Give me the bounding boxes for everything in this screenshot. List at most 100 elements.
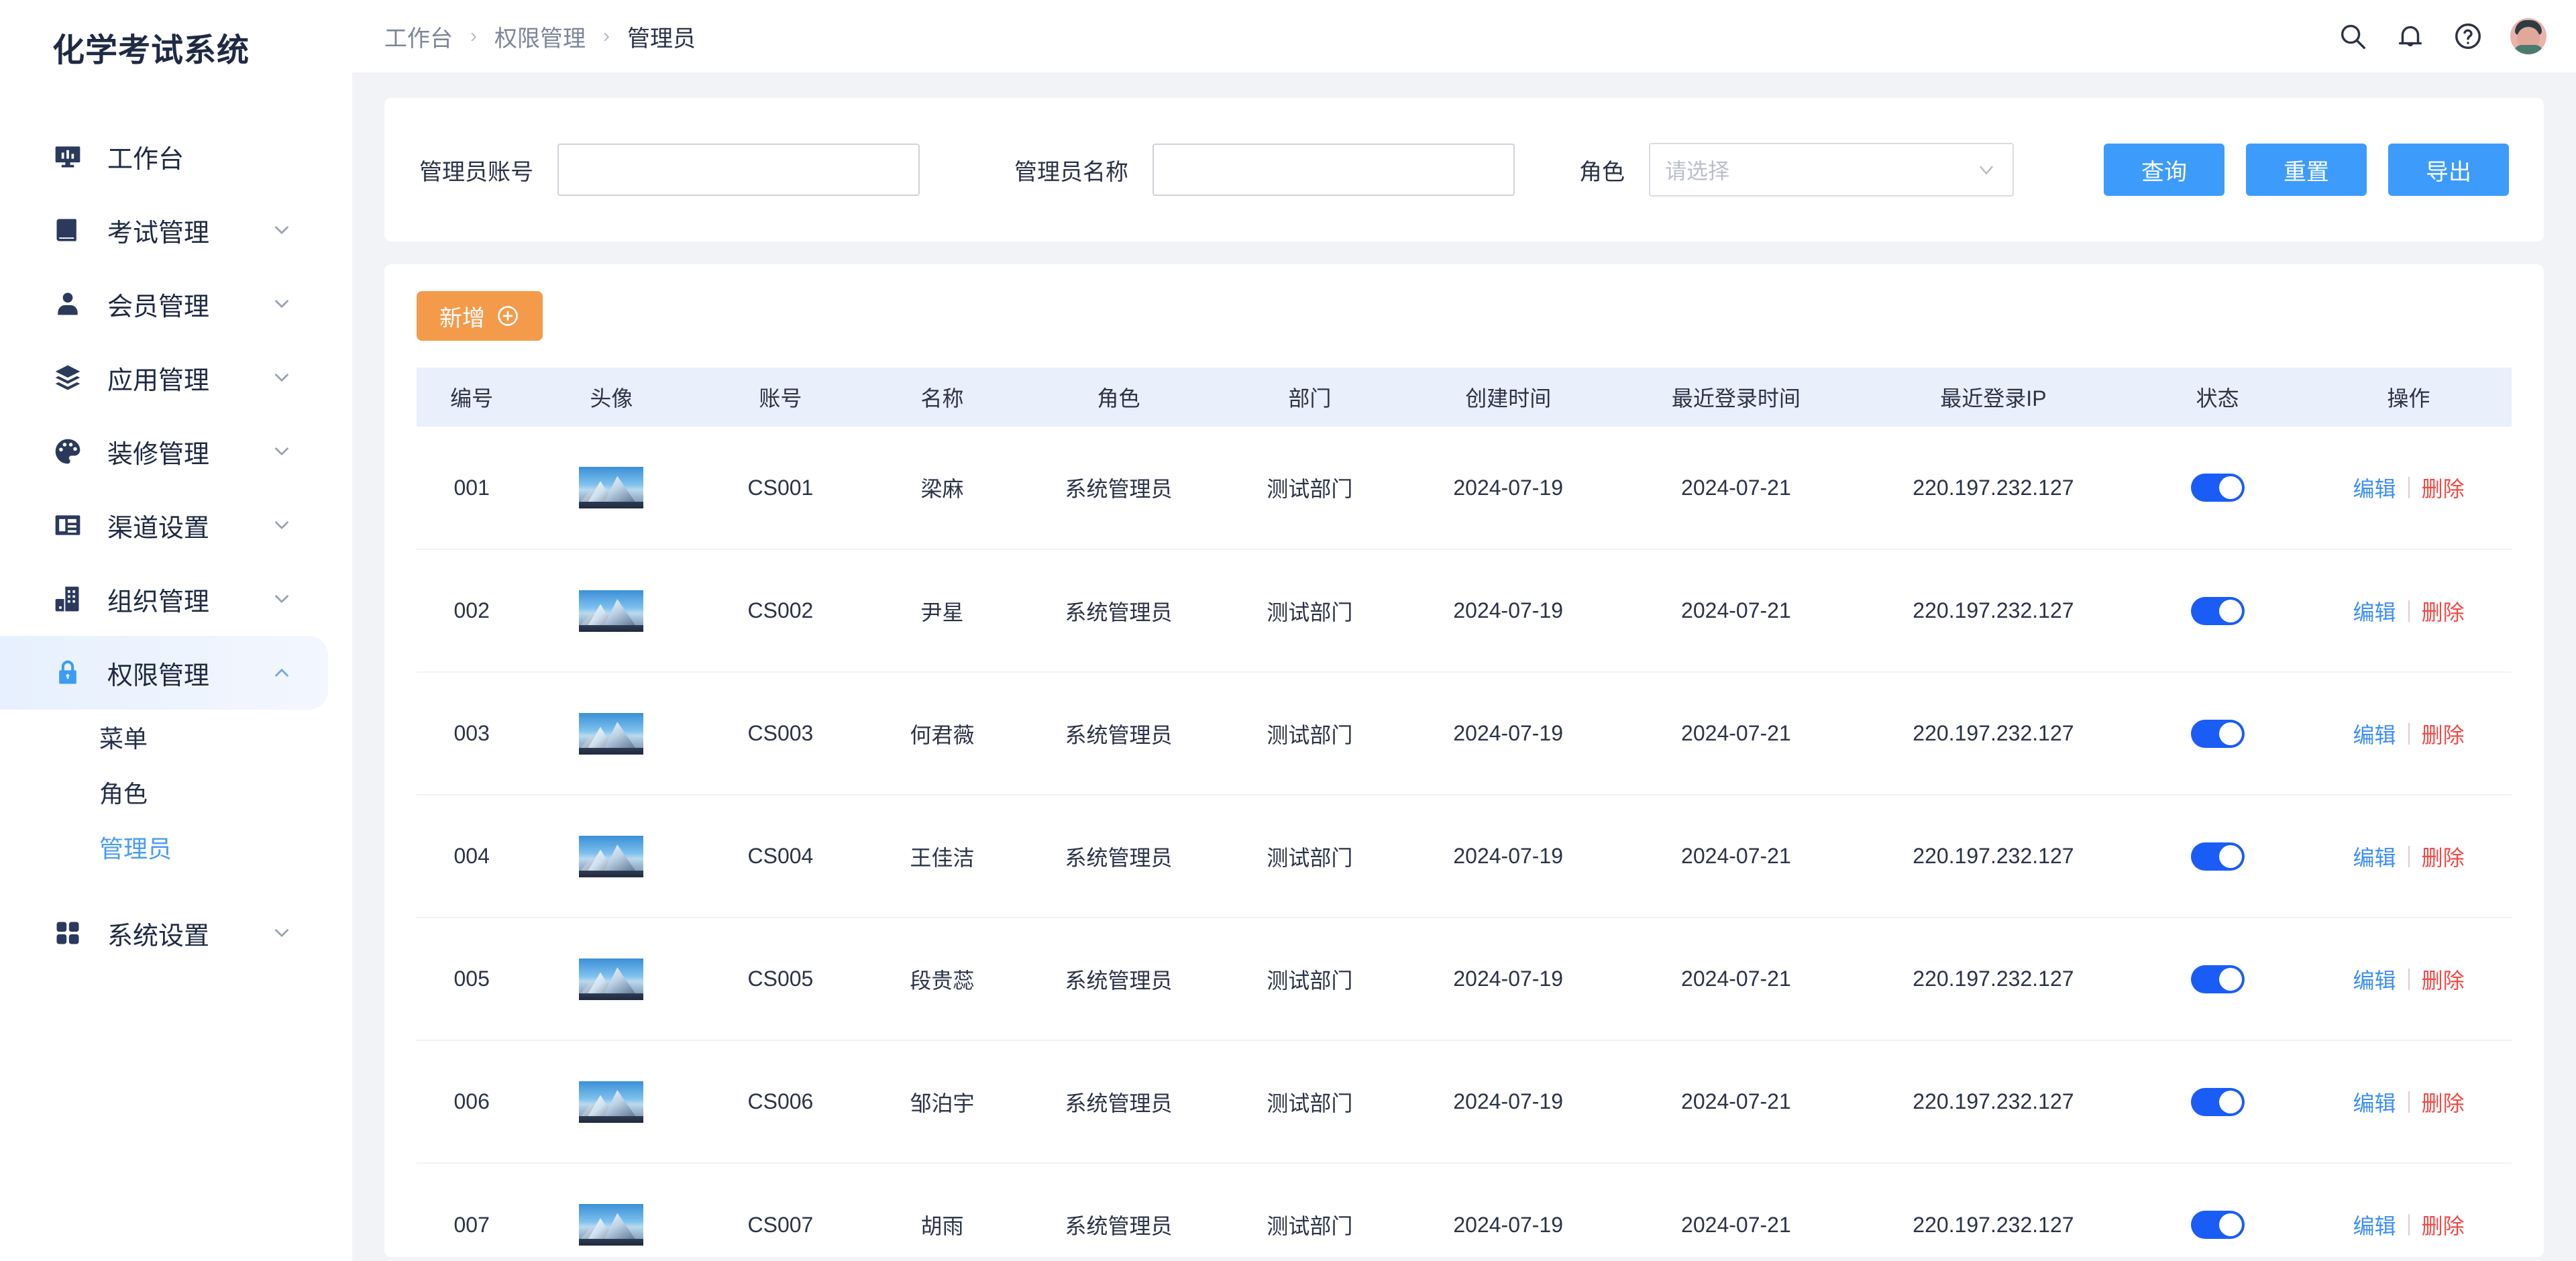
top-bar-actions: [2337, 18, 2546, 54]
cell-account: CS003: [696, 672, 865, 795]
edit-link[interactable]: 编辑: [2341, 718, 2408, 749]
cell-role: 系统管理员: [1020, 795, 1218, 918]
status-toggle[interactable]: [2191, 597, 2245, 625]
card-icon: [52, 510, 83, 541]
cell-avatar: [527, 427, 696, 549]
edit-link[interactable]: 编辑: [2341, 472, 2408, 503]
table-row: 006CS006邹泊宇系统管理员测试部门2024-07-192024-07-21…: [417, 1040, 2512, 1163]
cell-operations: 编辑删除: [2306, 427, 2512, 549]
sidebar-item-channel-settings[interactable]: 渠道设置: [0, 488, 328, 562]
cell-name: 邹泊宇: [865, 1040, 1019, 1163]
breadcrumb-item-workbench[interactable]: 工作台: [384, 20, 453, 53]
row-actions: 编辑删除: [2306, 718, 2512, 749]
column-header-name: 名称: [865, 368, 1019, 427]
main-area: 工作台 › 权限管理 › 管理员: [352, 0, 2576, 1261]
sidebar-item-member-management[interactable]: 会员管理: [0, 267, 328, 341]
brand: 化学考试系统: [0, 0, 352, 94]
edit-link[interactable]: 编辑: [2341, 841, 2408, 872]
sidebar-subitem-menu[interactable]: 菜单: [0, 710, 352, 765]
help-circle-icon[interactable]: [2453, 21, 2483, 52]
export-button[interactable]: 导出: [2388, 144, 2509, 196]
delete-link[interactable]: 删除: [2410, 472, 2477, 503]
sidebar-item-organization-management[interactable]: 组织管理: [0, 562, 328, 636]
cell-avatar: [527, 549, 696, 672]
cell-ip: 220.197.232.127: [1858, 672, 2129, 795]
admin-name-input[interactable]: [1152, 144, 1515, 196]
status-toggle[interactable]: [2191, 1211, 2245, 1239]
cell-ip: 220.197.232.127: [1858, 1040, 2129, 1163]
delete-link[interactable]: 删除: [2410, 841, 2477, 872]
row-actions: 编辑删除: [2306, 964, 2512, 995]
column-header-created: 创建时间: [1401, 368, 1615, 427]
chevron-down-icon: [270, 514, 293, 537]
cell-name: 胡雨: [865, 1163, 1019, 1257]
sidebar-item-label: 会员管理: [107, 286, 270, 323]
sidebar-item-exam-management[interactable]: 考试管理: [0, 193, 328, 267]
chevron-down-icon: [270, 292, 293, 315]
toggle-knob: [2219, 968, 2242, 991]
edit-link[interactable]: 编辑: [2341, 596, 2408, 626]
delete-link[interactable]: 删除: [2410, 718, 2477, 749]
avatar-body: [2514, 45, 2543, 54]
breadcrumb-item-permission[interactable]: 权限管理: [494, 20, 586, 53]
toggle-knob: [2219, 600, 2242, 622]
row-actions: 编辑删除: [2306, 1209, 2512, 1240]
cell-operations: 编辑删除: [2306, 672, 2512, 795]
edit-link[interactable]: 编辑: [2341, 1087, 2408, 1117]
layers-icon: [52, 362, 83, 393]
status-toggle[interactable]: [2191, 965, 2245, 993]
column-header-role: 角色: [1020, 368, 1218, 427]
cell-operations: 编辑删除: [2306, 1040, 2512, 1163]
bell-icon[interactable]: [2395, 21, 2426, 52]
edit-link[interactable]: 编辑: [2341, 1209, 2408, 1240]
delete-link[interactable]: 删除: [2410, 1209, 2477, 1240]
app-root: 化学考试系统 工作台 考试管理: [0, 0, 2576, 1261]
admin-account-input[interactable]: [557, 144, 920, 196]
cell-operations: 编辑删除: [2306, 549, 2512, 672]
administrators-table: 编号 头像 账号 名称 角色 部门 创建时间 最近登录时间 最近登录IP 状态 …: [417, 368, 2512, 1257]
status-toggle[interactable]: [2191, 842, 2245, 871]
table-header: 编号 头像 账号 名称 角色 部门 创建时间 最近登录时间 最近登录IP 状态 …: [417, 368, 2512, 427]
search-icon[interactable]: [2337, 21, 2368, 52]
cell-id: 004: [417, 795, 527, 918]
cell-created: 2024-07-19: [1401, 1040, 1615, 1163]
sidebar-item-permission-management[interactable]: 权限管理: [0, 636, 328, 710]
user-avatar[interactable]: [2510, 18, 2546, 54]
role-select-value: 请选择: [1665, 154, 1975, 185]
table-row: 004CS004王佳洁系统管理员测试部门2024-07-192024-07-21…: [417, 795, 2512, 918]
query-button[interactable]: 查询: [2104, 144, 2224, 196]
cell-status: [2129, 427, 2306, 549]
delete-link[interactable]: 删除: [2410, 1087, 2477, 1117]
sidebar-item-workbench[interactable]: 工作台: [0, 119, 328, 193]
filter-account-field: 管理员账号: [419, 144, 920, 196]
cell-ip: 220.197.232.127: [1858, 549, 2129, 672]
status-toggle[interactable]: [2191, 474, 2245, 502]
cell-name: 尹星: [865, 549, 1019, 672]
column-header-id: 编号: [417, 368, 527, 427]
sidebar-subitem-administrator[interactable]: 管理员: [0, 820, 352, 875]
breadcrumb-separator-icon: ›: [470, 25, 477, 48]
role-select[interactable]: 请选择: [1649, 143, 2014, 197]
sidebar-item-label: 工作台: [107, 138, 293, 175]
sidebar-item-app-management[interactable]: 应用管理: [0, 341, 328, 415]
sidebar-item-decoration-management[interactable]: 装修管理: [0, 415, 328, 488]
subitem-label: 管理员: [99, 830, 172, 865]
chevron-down-icon: [270, 219, 293, 241]
sidebar-item-system-settings[interactable]: 系统设置: [0, 896, 328, 970]
delete-link[interactable]: 删除: [2410, 964, 2477, 995]
status-toggle[interactable]: [2191, 720, 2245, 748]
reset-button[interactable]: 重置: [2246, 144, 2367, 196]
add-button[interactable]: 新增: [417, 291, 543, 341]
cell-role: 系统管理员: [1020, 918, 1218, 1040]
row-actions: 编辑删除: [2306, 841, 2512, 872]
cell-role: 系统管理员: [1020, 1040, 1218, 1163]
edit-link[interactable]: 编辑: [2341, 964, 2408, 995]
status-toggle[interactable]: [2191, 1088, 2245, 1116]
delete-link[interactable]: 删除: [2410, 596, 2477, 626]
user-icon: [52, 288, 83, 319]
sidebar-subitem-role[interactable]: 角色: [0, 765, 352, 820]
table-row: 003CS003何君薇系统管理员测试部门2024-07-192024-07-21…: [417, 672, 2512, 795]
cell-dept: 测试部门: [1218, 1040, 1401, 1163]
cell-operations: 编辑删除: [2306, 795, 2512, 918]
cell-lastlogin: 2024-07-21: [1615, 672, 1858, 795]
